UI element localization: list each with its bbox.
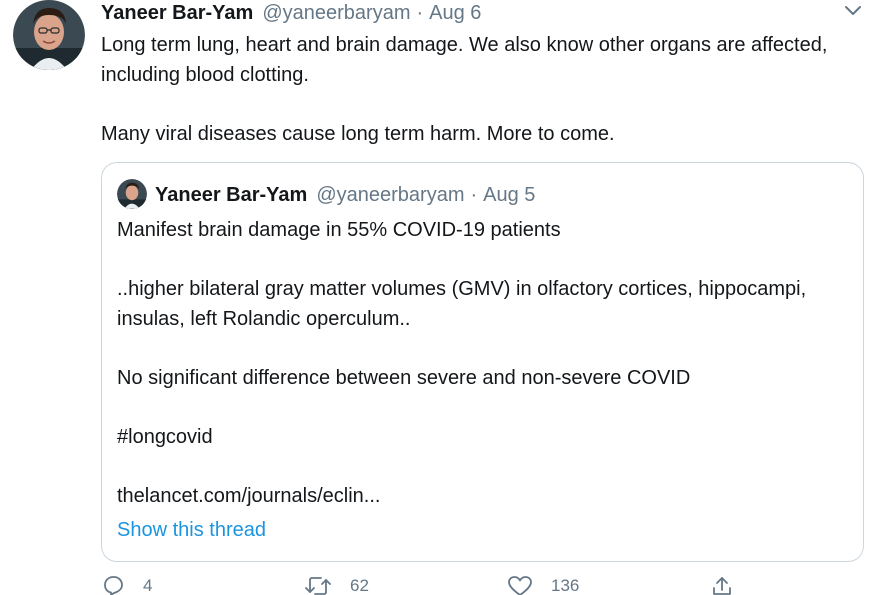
avatar[interactable] [13,0,85,70]
quoted-tweet-header: Yaneer Bar-Yam @yaneerbaryam · Aug 5 [155,181,535,209]
tweet-menu-button[interactable] [840,2,866,24]
reply-count: 4 [143,576,153,595]
quoted-author-handle: @yaneerbaryam [316,183,465,206]
show-thread-link[interactable]: Show this thread [117,519,266,542]
author-name[interactable]: Yaneer Bar-Yam [101,2,253,25]
retweet-button[interactable]: 62 [304,574,507,595]
share-icon [710,574,734,595]
tweet-paragraph: Long term lung, heart and brain damage. … [101,34,828,86]
reply-icon [101,574,125,595]
reply-button[interactable]: 4 [101,574,304,595]
hashtag[interactable]: #longcovid [117,423,852,453]
link-text[interactable]: thelancet.com/journals/eclin... [117,482,852,512]
tweet-date[interactable]: Aug 6 [429,2,481,25]
author-handle[interactable]: @yaneerbaryam [262,2,410,25]
chevron-down-icon [844,4,862,22]
tweet-header: Yaneer Bar-Yam @yaneerbaryam · Aug 6 [101,0,481,26]
separator-dot: · [470,183,478,206]
share-button[interactable] [710,574,734,595]
quoted-tweet-date: Aug 5 [483,183,536,206]
quoted-tweet-text: Manifest brain damage in 55% COVID-19 pa… [117,216,852,511]
tweet-actions: 4 62 136 [101,574,801,595]
retweet-count: 62 [350,576,369,595]
retweet-icon [304,574,332,595]
tweet[interactable]: Yaneer Bar-Yam @yaneerbaryam · Aug 6 Lon… [0,0,894,595]
tweet-text: Long term lung, heart and brain damage. … [101,31,861,149]
quoted-paragraph: No significant difference between severe… [117,366,691,389]
quoted-avatar[interactable] [117,179,147,209]
separator-dot: · [416,1,424,24]
quoted-author-name: Yaneer Bar-Yam [155,183,308,206]
quoted-paragraph: ..higher bilateral gray matter volumes (… [117,278,807,330]
tweet-paragraph: Many viral diseases cause long term harm… [101,122,615,145]
quoted-tweet[interactable]: Yaneer Bar-Yam @yaneerbaryam · Aug 5 Man… [101,162,864,562]
quoted-paragraph: Manifest brain damage in 55% COVID-19 pa… [117,219,561,241]
like-button[interactable]: 136 [507,574,710,595]
like-count: 136 [551,576,580,595]
heart-icon [507,574,533,595]
